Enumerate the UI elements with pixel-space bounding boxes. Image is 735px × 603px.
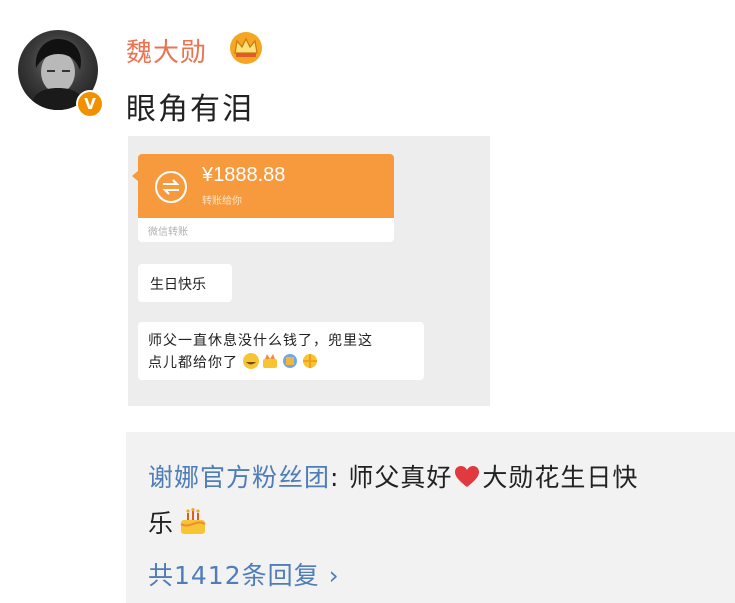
transfer-status: 转账给你 (202, 196, 242, 207)
comment-text: 大勋花生日快 (482, 463, 639, 492)
chat-message: 点儿都给你了 (148, 355, 238, 371)
verified-icon: V (76, 90, 104, 118)
chat-message: 生日快乐 (150, 277, 206, 293)
chat-message: 师父一直休息没什么钱了，兜里这 (148, 333, 373, 349)
chat-screenshot[interactable]: ¥1888.88 转账给你 微信转账 生日快乐 师父一直休息没什么钱了，兜里这 … (128, 136, 490, 406)
comment-line: 谢娜官方粉丝团: 师父真好 大勋花生日快 (148, 458, 638, 494)
comment-text: 乐 (148, 509, 175, 538)
username[interactable]: 魏大勋 (126, 32, 207, 69)
transfer-icon (155, 171, 187, 203)
replies-link[interactable]: 共1412条回复 › (148, 556, 340, 592)
post-text: 眼角有泪 (126, 92, 254, 127)
comment-text: 师父真好 (348, 463, 453, 492)
emoji-icons (243, 353, 317, 369)
transfer-tail (132, 170, 139, 182)
comment-line: 乐 (148, 504, 208, 540)
cake-icon (180, 508, 206, 534)
comment-separator: : (330, 463, 349, 492)
transfer-footer: 微信转账 (148, 227, 188, 238)
transfer-amount: ¥1888.88 (202, 164, 286, 186)
comment-author[interactable]: 谢娜官方粉丝团 (148, 463, 330, 492)
emoji-row (242, 352, 320, 374)
chat-bubble: 师父一直休息没什么钱了，兜里这 点儿都给你了 (138, 322, 424, 380)
crown-icon[interactable] (228, 31, 264, 65)
chat-bubble: 生日快乐 (138, 264, 232, 302)
heart-icon (455, 466, 480, 487)
comment-box[interactable]: 谢娜官方粉丝团: 师父真好 大勋花生日快 乐 共1412条回复 › (126, 432, 735, 603)
transfer-card: ¥1888.88 转账给你 微信转账 (138, 154, 394, 242)
